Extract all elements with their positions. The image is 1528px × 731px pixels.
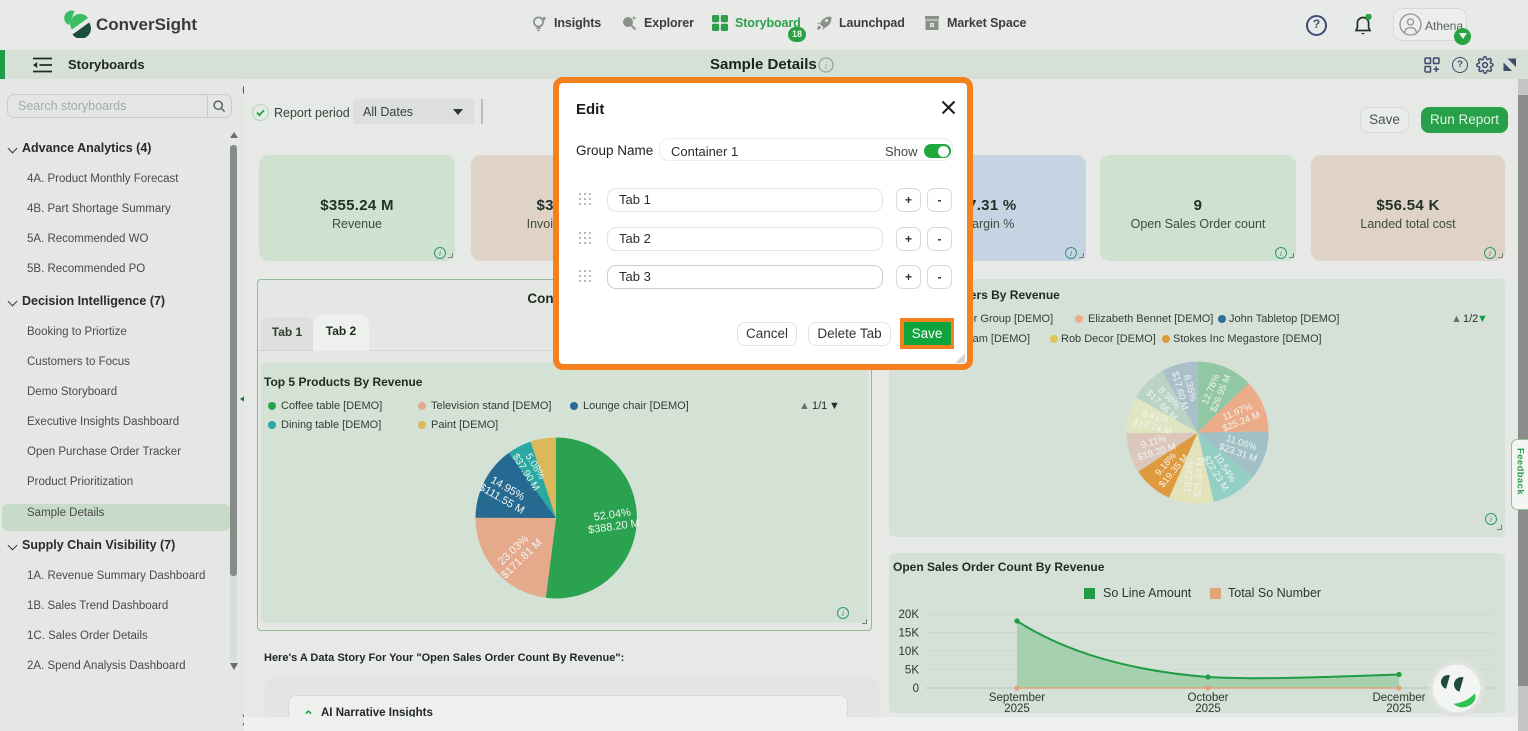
svg-text:i: i	[825, 61, 828, 71]
svg-text:15K: 15K	[899, 628, 920, 640]
svg-text:20K: 20K	[899, 609, 920, 621]
svg-text:5K: 5K	[905, 665, 919, 677]
svg-text:2025: 2025	[1195, 703, 1221, 713]
svg-text:10K: 10K	[899, 646, 920, 658]
svg-text:0: 0	[913, 683, 919, 695]
svg-text:2025: 2025	[1004, 703, 1030, 713]
svg-text:2025: 2025	[1386, 703, 1412, 713]
